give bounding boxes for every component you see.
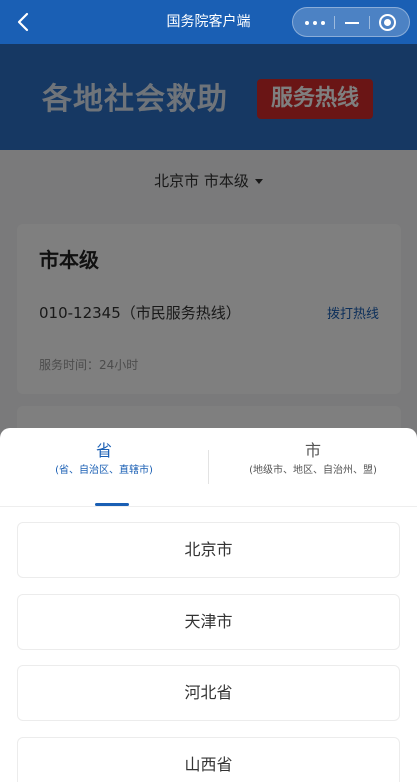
province-option[interactable]: 天津市 <box>17 594 400 650</box>
target-close-icon[interactable] <box>379 14 396 31</box>
tab-province[interactable]: 省 (省、自治区、直辖市) <box>0 440 208 506</box>
tab-sublabel: (地级市、地区、自治州、盟) <box>249 465 377 476</box>
province-option[interactable]: 北京市 <box>17 522 400 578</box>
top-nav-bar: 国务院客户端 <box>0 0 417 44</box>
province-option[interactable]: 河北省 <box>17 665 400 721</box>
minimize-icon[interactable] <box>345 22 359 24</box>
tab-label: 市 <box>304 441 321 460</box>
capsule-divider <box>334 16 335 29</box>
capsule-divider <box>369 16 370 29</box>
region-picker-sheet: 省 (省、自治区、直辖市) 市 (地级市、地区、自治州、盟) 北京市 天津市 河… <box>0 428 417 782</box>
sheet-divider <box>0 506 417 507</box>
more-dots-icon[interactable] <box>305 21 327 25</box>
province-option[interactable]: 山西省 <box>17 737 400 782</box>
tab-city[interactable]: 市 (地级市、地区、自治州、盟) <box>209 440 417 506</box>
mini-program-capsule <box>292 7 410 37</box>
tab-label: 省 <box>95 441 112 460</box>
tab-sublabel: (省、自治区、直辖市) <box>55 465 153 476</box>
